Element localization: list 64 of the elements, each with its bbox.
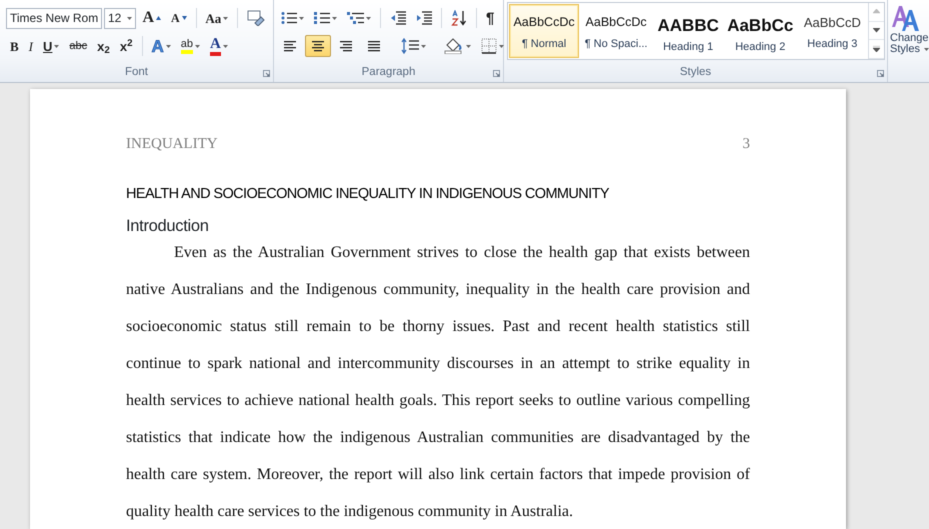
align-left-icon <box>283 39 297 53</box>
running-header: INEQUALITY <box>126 135 218 154</box>
body-paragraph: Even as the Australian Government strives to close the health gap that exists between native Australians and the Indigenous community, inequality in the health care provision and socioeconomic status still remain to be thorny issues. Past and recent health statistics still continue to spark national and intercommunity discourses in an attempt to strike equality in health services to achieve national health goals. This report seeks to outline various compelling statistics that indicate how the indigenous Australian communities are disadvantaged by the health care system. Moreover, the report will also link certain factors that impede provision of quality health care services to the indigenous community in Australia. <box>126 243 750 522</box>
show-formatting-marks-button[interactable]: ¶ <box>482 7 498 29</box>
sup-button[interactable]: x$^{2}$ <box>116 35 136 57</box>
sort-icon <box>451 10 467 26</box>
letters-icon <box>890 3 920 33</box>
caret-icon <box>195 44 200 48</box>
caret-icon <box>222 44 228 48</box>
scroll-down-icon[interactable] <box>873 28 880 34</box>
eraser-icon <box>247 10 265 26</box>
font-size-field[interactable]: 12 <box>104 8 136 28</box>
style-item[interactable]: AaBbCcD Heading 3 <box>797 4 868 58</box>
dialog-launcher-icon[interactable] <box>263 70 270 77</box>
align-right-icon <box>339 39 353 53</box>
font-name-field[interactable]: Times New Rom <box>6 8 102 28</box>
caret-icon <box>366 16 371 20</box>
dialog-launcher-icon[interactable] <box>493 70 500 77</box>
numbered-list-icon <box>314 11 330 25</box>
page-number: 3 <box>742 135 750 154</box>
change-styles-button[interactable]: Change Styles <box>888 0 929 64</box>
underline-button[interactable]: U <box>39 35 64 57</box>
align-center-icon <box>311 39 325 53</box>
caret-icon <box>299 16 304 20</box>
style-item[interactable]: AABBC Heading 1 <box>653 4 724 58</box>
group-label: Font <box>124 65 149 79</box>
triangle-icon <box>156 16 161 20</box>
style-item[interactable]: AaBbCcDc ¶ No Spaci... <box>581 4 652 58</box>
more-icon[interactable] <box>873 46 880 52</box>
strike-button[interactable]: abc <box>65 35 92 57</box>
document-title: HEALTH AND SOCIOECONOMIC INEQUALITY IN INDIGENOUS COMMUNITY <box>126 184 610 204</box>
style-item[interactable]: AaBbCcDc ¶ Normal <box>509 4 580 58</box>
italic-button[interactable]: I <box>24 35 38 57</box>
sub-button[interactable]: x$_{2}$ <box>93 35 114 57</box>
line-spacing-icon <box>401 38 419 54</box>
highlight-button[interactable]: ab <box>176 35 204 57</box>
caret-icon <box>421 44 426 48</box>
caret-icon <box>924 48 929 51</box>
multilevel-list-icon <box>347 11 364 25</box>
decrease-indent-icon <box>390 11 406 25</box>
shrink-font-button[interactable]: A <box>167 7 191 29</box>
color-button[interactable]: A <box>206 35 232 57</box>
group-label: Styles <box>678 65 712 79</box>
caret-icon <box>54 44 60 48</box>
align-justify-icon <box>367 39 381 53</box>
style-item[interactable]: AaBbCc Heading 2 <box>725 4 796 58</box>
change-case-button[interactable]: Aa <box>201 7 232 29</box>
section-heading: Introduction <box>126 216 210 238</box>
caret-icon <box>166 44 171 48</box>
grow-font-button[interactable]: A <box>138 7 165 29</box>
increase-indent-icon <box>416 11 432 25</box>
caret-icon <box>466 44 471 48</box>
caret-icon <box>499 44 504 48</box>
dialog-launcher-icon[interactable] <box>877 70 884 77</box>
borders-icon <box>481 38 497 54</box>
paint-bucket-icon <box>444 38 464 54</box>
bullet-list-icon <box>281 11 297 25</box>
caret-icon <box>223 16 228 20</box>
group-label: Paragraph <box>360 65 416 79</box>
bold-button[interactable]: B <box>6 35 23 57</box>
caret-icon <box>127 16 132 20</box>
triangle-icon <box>182 16 187 20</box>
caret-icon <box>332 16 337 20</box>
align-center-button[interactable] <box>305 35 331 57</box>
